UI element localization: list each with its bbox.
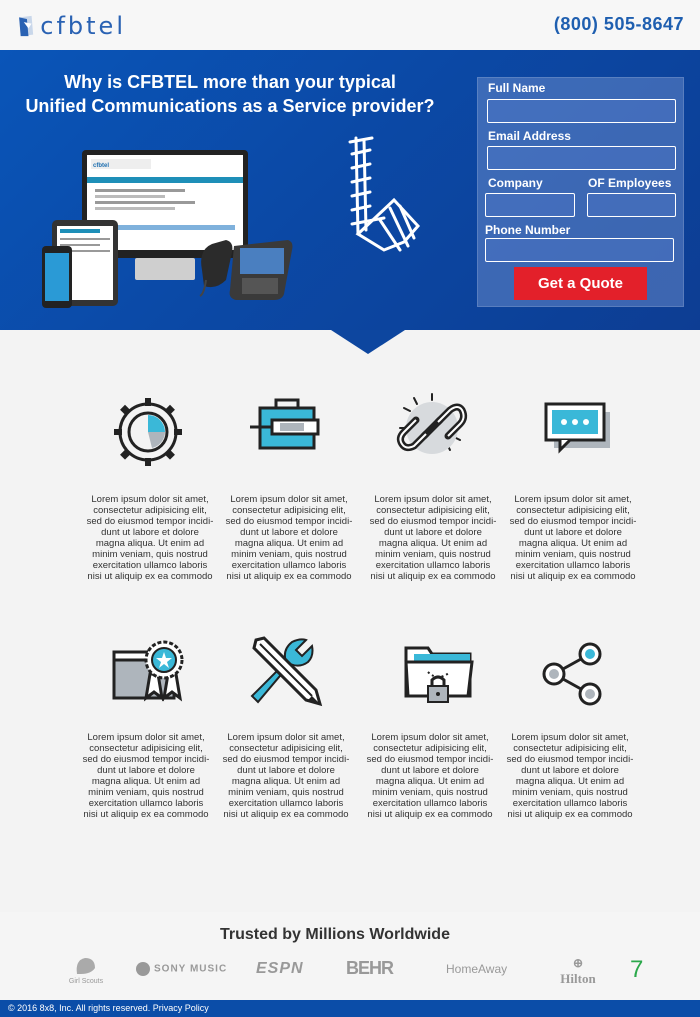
girl-scouts-logo-icon xyxy=(76,958,95,974)
scribble-arrow-icon xyxy=(348,136,421,252)
hero-title-line2: Unified Communications as a Service prov… xyxy=(25,96,435,116)
chat-bubble-icon xyxy=(544,402,610,454)
hero-notch xyxy=(331,330,405,354)
email-label: Email Address xyxy=(488,129,571,143)
feature-text-2: Lorem ipsum dolor sit amet, consectetur … xyxy=(225,494,353,582)
monitor-stand xyxy=(135,258,195,280)
feature-text-7: Lorem ipsum dolor sit amet, consectetur … xyxy=(366,732,494,820)
logo-text: cfbtel xyxy=(40,12,126,40)
footer-text: © 2016 8x8, Inc. All rights reserved. Pr… xyxy=(8,1003,209,1013)
sony-music-logo: SONY MUSIC xyxy=(136,962,227,976)
toolbox-icon xyxy=(250,398,320,450)
cfbtel-logo[interactable]: cfbtel xyxy=(16,9,126,43)
girl-scouts-logo: Girl Scouts xyxy=(64,954,108,985)
phone-number-link[interactable]: (800) 505-8647 xyxy=(554,14,684,35)
employees-field[interactable] xyxy=(587,193,676,217)
chain-link-icon xyxy=(396,393,468,454)
full-name-field[interactable] xyxy=(487,99,676,123)
feature-text-3: Lorem ipsum dolor sit amet, consectetur … xyxy=(369,494,497,582)
share-icon xyxy=(542,642,602,706)
feature-text-5: Lorem ipsum dolor sit amet, consectetur … xyxy=(82,732,210,820)
phone-label: Phone Number xyxy=(485,223,571,237)
trusted-title: Trusted by Millions Worldwide xyxy=(220,926,450,943)
espn-logo: ESPN xyxy=(256,960,304,977)
employees-label: OF Employees xyxy=(588,176,672,190)
feature-text-4: Lorem ipsum dolor sit amet, consectetur … xyxy=(509,494,637,582)
trusted-section: Trusted by Millions Worldwide Girl Scout… xyxy=(0,912,700,1000)
seven-logo: 7 xyxy=(630,956,644,983)
certificate-icon xyxy=(112,640,184,702)
feature-text-8: Lorem ipsum dolor sit amet, consectetur … xyxy=(506,732,634,820)
logo-mark-icon xyxy=(19,15,34,37)
footer: © 2016 8x8, Inc. All rights reserved. Pr… xyxy=(0,1000,700,1017)
phone-field[interactable] xyxy=(485,238,674,262)
full-name-label: Full Name xyxy=(488,81,546,95)
smartphone-image xyxy=(42,246,72,308)
email-field[interactable] xyxy=(487,146,676,170)
get-quote-button[interactable]: Get a Quote xyxy=(514,267,647,300)
desk-phone-image xyxy=(199,240,293,300)
company-field[interactable] xyxy=(485,193,575,217)
hilton-logo: ⊕ Hilton xyxy=(560,956,596,986)
site-header: cfbtel (800) 505-8647 xyxy=(0,0,700,50)
homeaway-logo: HomeAway xyxy=(446,962,508,976)
behr-logo: BEHR xyxy=(346,958,394,978)
company-label: Company xyxy=(488,176,543,190)
wrench-pencil-icon xyxy=(250,636,323,707)
monitor-brand: cfbtel xyxy=(93,163,110,169)
hero-title-line1: Why is CFBTEL more than your typical xyxy=(64,72,396,92)
feature-text-1: Lorem ipsum dolor sit amet, consectetur … xyxy=(86,494,214,582)
locked-folder-icon xyxy=(404,646,474,703)
hero-title: Why is CFBTEL more than your typical Uni… xyxy=(0,70,460,118)
gear-chart-icon xyxy=(114,398,182,466)
feature-text-6: Lorem ipsum dolor sit amet, consectetur … xyxy=(222,732,350,820)
